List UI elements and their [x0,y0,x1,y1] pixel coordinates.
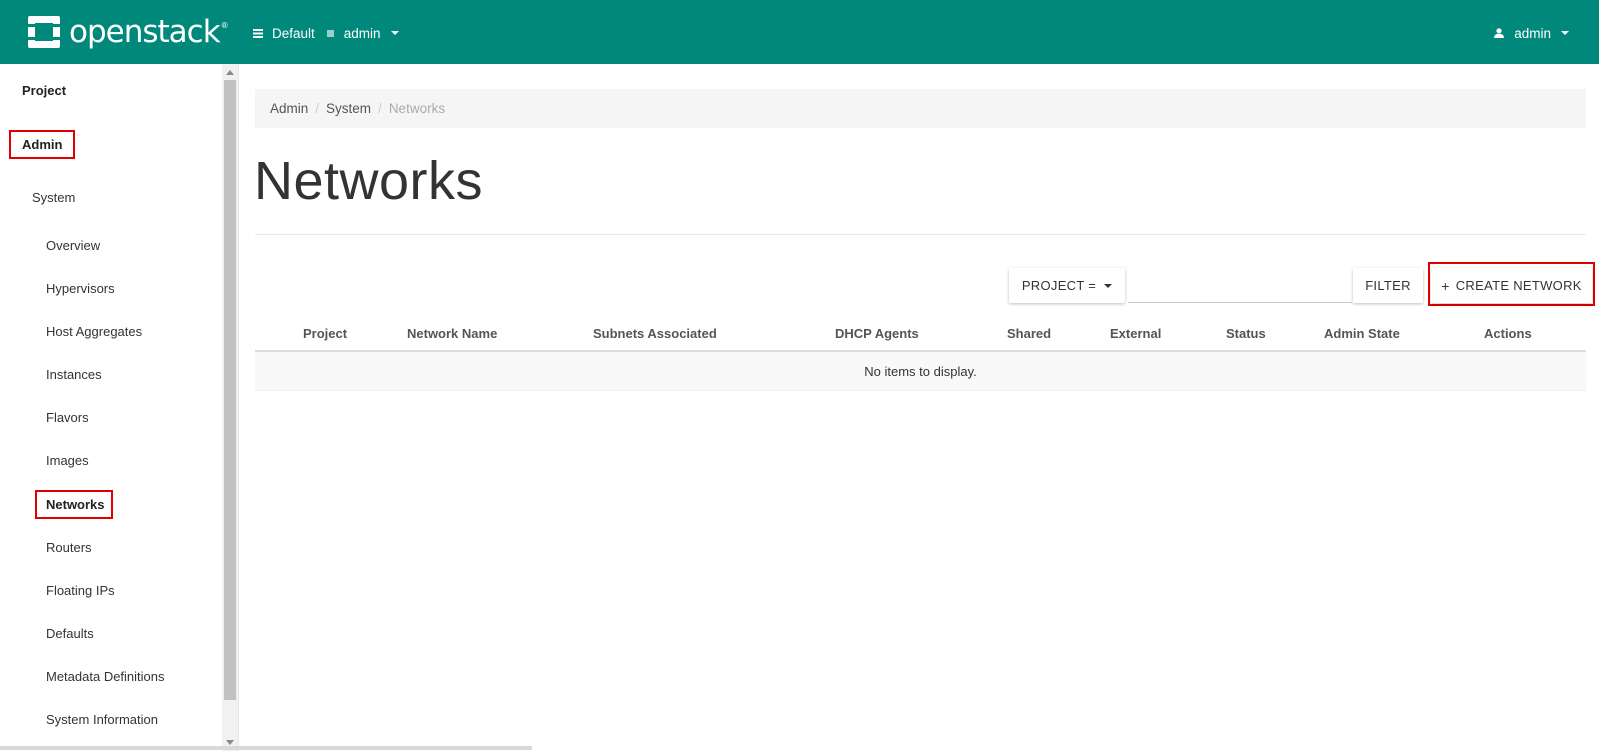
list-icon [253,28,263,38]
user-icon [1494,28,1505,38]
page-title: Networks [254,151,484,211]
user-menu[interactable]: admin [1494,22,1569,44]
chevron-down-icon [1561,31,1569,35]
scroll-up-arrow-icon[interactable] [226,70,234,75]
top-navbar: openstack® Default admin admin [0,0,1599,64]
column-header-shared[interactable]: Shared [1007,326,1051,341]
breadcrumb-separator: / [378,101,382,116]
user-name: admin [1514,25,1551,41]
sidebar-item-overview[interactable]: Overview [46,238,100,253]
sidebar-item-routers[interactable]: Routers [46,540,92,555]
scroll-down-arrow-icon[interactable] [226,740,234,745]
sidebar-item-flavors[interactable]: Flavors [46,410,89,425]
sidebar-item-defaults[interactable]: Defaults [46,626,94,641]
filter-button[interactable]: FILTER [1353,268,1423,303]
empty-message: No items to display. [864,363,977,379]
sidebar-item-floating-ips[interactable]: Floating IPs [46,583,115,598]
breadcrumb-system[interactable]: System [326,101,371,116]
plus-icon: + [1441,277,1450,294]
column-header-status[interactable]: Status [1226,326,1266,341]
chevron-down-icon [390,31,399,35]
domain-name: Default [272,25,315,41]
horizontal-scrollbar[interactable] [0,746,532,750]
table-empty-row: No items to display. [255,352,1586,391]
create-network-label: CREATE NETWORK [1455,278,1582,293]
filter-field-dropdown[interactable]: PROJECT = [1009,268,1125,303]
sidebar-item-images[interactable]: Images [46,453,89,468]
column-header-project[interactable]: Project [303,326,347,341]
column-header-dhcp-agents[interactable]: DHCP Agents [835,326,919,341]
sidebar-item-system[interactable]: System [32,190,75,205]
project-name: admin [343,25,381,41]
openstack-logo[interactable]: openstack® [26,13,229,51]
sidebar-item-project[interactable]: Project [22,83,66,98]
table-header: Project Network Name Subnets Associated … [255,318,1586,352]
sidebar-item-host-aggregates[interactable]: Host Aggregates [46,324,142,339]
create-network-button[interactable]: + CREATE NETWORK [1431,268,1592,303]
breadcrumb-separator: / [315,101,320,116]
column-header-subnets-associated[interactable]: Subnets Associated [593,326,717,341]
filter-input[interactable] [1128,268,1352,303]
column-header-actions: Actions [1484,326,1532,341]
project-context-switcher[interactable]: Default admin [253,22,399,44]
sidebar-item-system-information[interactable]: System Information [46,712,158,727]
separator-square-icon [326,29,334,37]
column-header-network-name[interactable]: Network Name [407,326,497,341]
breadcrumb: Admin / System / Networks [255,89,1586,128]
column-header-admin-state[interactable]: Admin State [1324,326,1400,341]
sidebar-scrollbar[interactable] [222,64,238,751]
scrollbar-thumb[interactable] [224,80,236,700]
sidebar-item-hypervisors[interactable]: Hypervisors [46,281,115,296]
sidebar-item-metadata-definitions[interactable]: Metadata Definitions [46,669,165,684]
breadcrumb-admin[interactable]: Admin [270,101,308,116]
title-divider [255,234,1586,235]
sidebar [0,64,239,751]
filter-field-label: PROJECT = [1021,278,1097,293]
sidebar-item-networks[interactable]: Networks [46,497,105,512]
sidebar-item-admin[interactable]: Admin [22,137,62,152]
column-header-external[interactable]: External [1110,326,1161,341]
chevron-down-icon [1104,283,1113,288]
sidebar-item-instances[interactable]: Instances [46,367,102,382]
breadcrumb-networks: Networks [388,101,446,116]
brand-name: openstack® [69,14,229,50]
openstack-logo-icon [28,16,60,48]
